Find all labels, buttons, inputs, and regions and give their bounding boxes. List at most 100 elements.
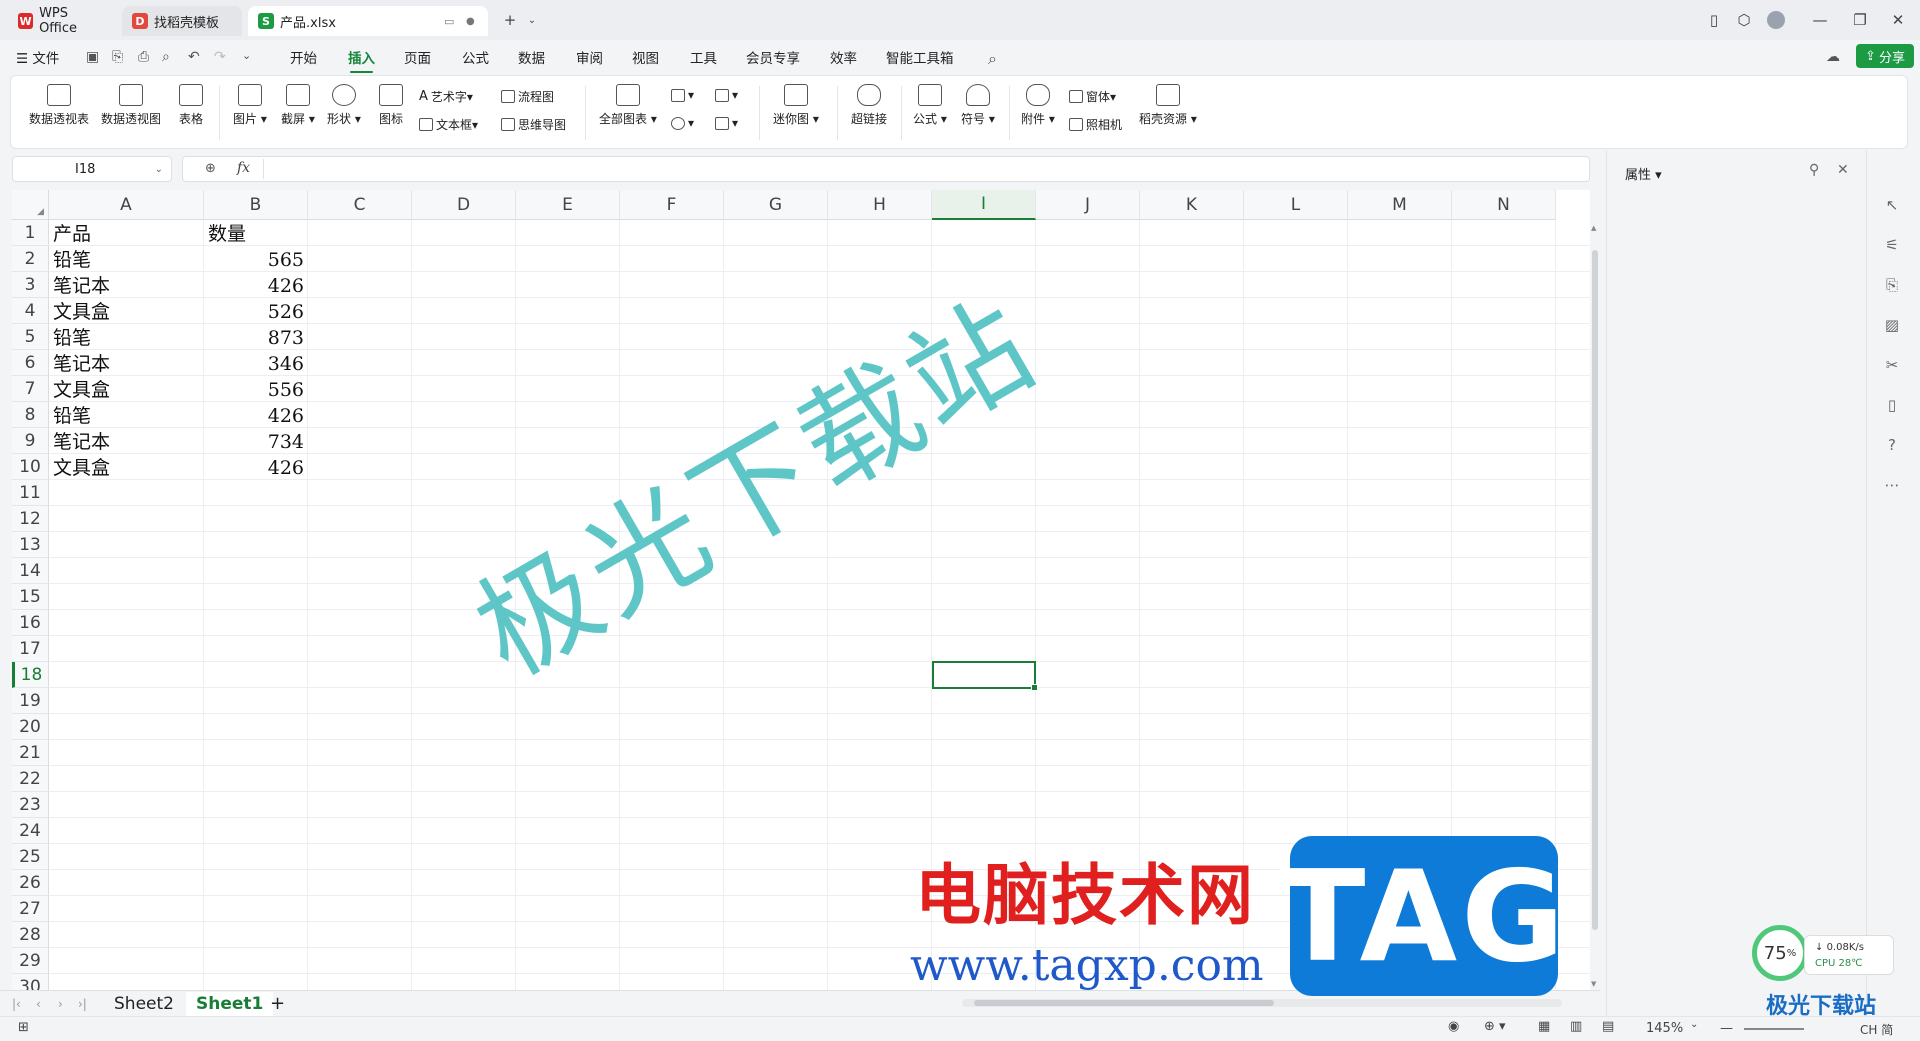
menu-data[interactable]: 数据	[518, 47, 545, 67]
chevron-down-icon[interactable]: ⌄	[1690, 1019, 1698, 1030]
row-header-18[interactable]: 18	[12, 662, 49, 688]
column-header-f[interactable]: F	[620, 190, 724, 220]
export-icon[interactable]: ⎘	[1883, 276, 1901, 294]
redo-icon[interactable]: ↷	[214, 49, 226, 65]
close-icon[interactable]: ✕	[1884, 8, 1912, 32]
row-header-15[interactable]: 15	[12, 584, 49, 610]
cell-b5[interactable]: 873	[208, 324, 304, 350]
column-header-c[interactable]: C	[308, 190, 412, 220]
pin-icon[interactable]: ⚲	[1809, 162, 1819, 178]
row-header-23[interactable]: 23	[12, 792, 49, 818]
screenshot-button[interactable]: 截屏 ▾	[281, 84, 315, 127]
monitor-icon[interactable]: ▭	[444, 15, 454, 28]
menu-review[interactable]: 审阅	[576, 47, 603, 67]
cell-a8[interactable]: 铅笔	[53, 402, 200, 428]
menu-efficiency[interactable]: 效率	[830, 47, 857, 67]
tab-template[interactable]: D 找稻壳模板	[122, 6, 242, 36]
row-header-14[interactable]: 14	[12, 558, 49, 584]
row-header-17[interactable]: 17	[12, 636, 49, 662]
cursor-icon[interactable]: ↖	[1883, 196, 1901, 214]
more-icon[interactable]: ⋯	[1883, 476, 1901, 494]
menu-smart-toolbox[interactable]: 智能工具箱	[886, 47, 954, 67]
row-header-10[interactable]: 10	[12, 454, 49, 480]
prev-sheet-icon[interactable]: ‹	[36, 992, 41, 1016]
cell-b1[interactable]: 数量	[208, 220, 304, 246]
docer-resource-button[interactable]: 稻壳资源 ▾	[1139, 84, 1197, 127]
column-chart-button[interactable]: ▾	[671, 88, 694, 102]
menu-insert[interactable]: 插入	[348, 47, 375, 73]
cell-b9[interactable]: 734	[208, 428, 304, 454]
print-preview-icon[interactable]: ⌕	[162, 49, 170, 65]
line-chart-button[interactable]: ▾	[715, 88, 738, 102]
sparkline-button[interactable]: 迷你图 ▾	[773, 84, 819, 127]
formula-button[interactable]: 公式 ▾	[913, 84, 947, 127]
row-header-16[interactable]: 16	[12, 610, 49, 636]
tools-icon[interactable]: ✂	[1883, 356, 1901, 374]
pie-chart-button[interactable]: ▾	[671, 116, 694, 130]
properties-title[interactable]: 属性 ▾	[1625, 164, 1662, 183]
sheet-tab-sheet2[interactable]: Sheet2	[114, 992, 174, 1016]
row-header-28[interactable]: 28	[12, 922, 49, 948]
cell-b10[interactable]: 426	[208, 454, 304, 480]
macro-icon[interactable]: ⊞	[18, 1020, 29, 1035]
picture-button[interactable]: 图片 ▾	[233, 84, 267, 127]
cube-icon[interactable]: ⬡	[1730, 8, 1758, 32]
column-header-i[interactable]: I	[932, 190, 1036, 220]
column-header-n[interactable]: N	[1452, 190, 1556, 220]
symbol-button[interactable]: 符号 ▾	[961, 84, 995, 127]
sliders-icon[interactable]: ⚟	[1883, 236, 1901, 254]
name-box[interactable]: I18 ⌄	[12, 156, 172, 182]
pivot-chart-button[interactable]: 数据透视图	[101, 84, 161, 127]
cell-a1[interactable]: 产品	[53, 220, 200, 246]
cell-b8[interactable]: 426	[208, 402, 304, 428]
row-header-4[interactable]: 4	[12, 298, 49, 324]
hyperlink-button[interactable]: 超链接	[851, 84, 887, 127]
wordart-button[interactable]: A 艺术字 ▾	[419, 88, 473, 105]
cell-a4[interactable]: 文具盒	[53, 298, 200, 324]
column-header-j[interactable]: J	[1036, 190, 1140, 220]
menu-tools[interactable]: 工具	[690, 47, 717, 67]
row-header-7[interactable]: 7	[12, 376, 49, 402]
row-header-29[interactable]: 29	[12, 948, 49, 974]
all-charts-button[interactable]: 全部图表 ▾	[599, 84, 657, 127]
page-break-icon[interactable]: ▤	[1602, 1019, 1614, 1034]
cell-a10[interactable]: 文具盒	[53, 454, 200, 480]
chevron-down-icon[interactable]: ⌄	[155, 164, 163, 175]
horizontal-scrollbar[interactable]	[962, 999, 1562, 1007]
zoom-out-icon[interactable]: —	[1720, 1021, 1733, 1036]
tab-wps-office[interactable]: W WPS Office	[8, 6, 116, 36]
camera-button[interactable]: 照相机	[1069, 116, 1122, 133]
row-header-11[interactable]: 11	[12, 480, 49, 506]
cell-b6[interactable]: 346	[208, 350, 304, 376]
performance-widget[interactable]: 75% ↓ 0.08K/s CPU 28℃	[1752, 925, 1900, 981]
save-icon[interactable]: ▣	[86, 49, 99, 65]
page-layout-icon[interactable]: ▥	[1570, 1019, 1582, 1034]
search-icon[interactable]: ⌕	[988, 49, 997, 69]
column-header-l[interactable]: L	[1244, 190, 1348, 220]
mindmap-button[interactable]: 思维导图	[501, 116, 566, 133]
column-header-e[interactable]: E	[516, 190, 620, 220]
tab-product-xlsx[interactable]: S 产品.xlsx ▭ ●	[248, 6, 488, 36]
file-menu[interactable]: ☰ 文件	[16, 47, 59, 67]
zoom-slider[interactable]	[1744, 1028, 1804, 1030]
row-header-13[interactable]: 13	[12, 532, 49, 558]
active-cell[interactable]	[932, 661, 1038, 691]
row-header-19[interactable]: 19	[12, 688, 49, 714]
formula-bar[interactable]: ⊕ fx	[182, 156, 1590, 182]
menu-member[interactable]: 会员专享	[746, 47, 800, 67]
chevron-down-icon[interactable]: ⌄	[242, 49, 251, 62]
row-header-8[interactable]: 8	[12, 402, 49, 428]
row-header-9[interactable]: 9	[12, 428, 49, 454]
menu-formula[interactable]: 公式	[462, 47, 489, 67]
scroll-down-icon[interactable]: ▼	[1591, 980, 1596, 988]
cell-a9[interactable]: 笔记本	[53, 428, 200, 454]
column-header-g[interactable]: G	[724, 190, 828, 220]
row-header-12[interactable]: 12	[12, 506, 49, 532]
row-header-26[interactable]: 26	[12, 870, 49, 896]
first-sheet-icon[interactable]: |‹	[12, 992, 21, 1016]
minimize-icon[interactable]: —	[1806, 8, 1834, 32]
row-header-5[interactable]: 5	[12, 324, 49, 350]
scroll-up-icon[interactable]: ▲	[1591, 224, 1596, 232]
menu-page[interactable]: 页面	[404, 47, 431, 67]
menu-home[interactable]: 开始	[290, 47, 317, 67]
